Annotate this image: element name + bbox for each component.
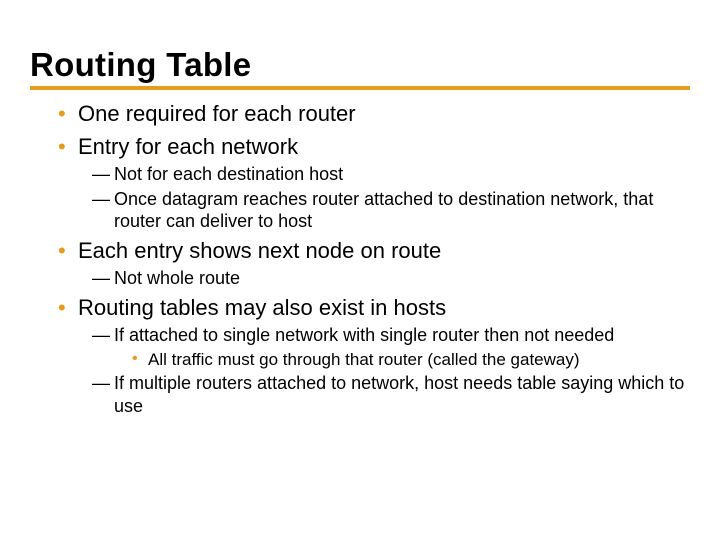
bullet-item: Routing tables may also exist in hosts I… bbox=[58, 294, 690, 417]
sub-bullet-item: Not whole route bbox=[92, 267, 690, 290]
slide: Routing Table One required for each rout… bbox=[0, 0, 720, 540]
bullet-text: Entry for each network bbox=[78, 134, 298, 159]
sub-bullet-list: Not for each destination host Once datag… bbox=[78, 163, 690, 233]
sub-bullet-text: If multiple routers attached to network,… bbox=[114, 373, 684, 416]
title-underline bbox=[30, 86, 690, 90]
bullet-text: One required for each router bbox=[78, 101, 356, 126]
sub-bullet-item: Once datagram reaches router attached to… bbox=[92, 188, 690, 233]
bullet-text: Each entry shows next node on route bbox=[78, 238, 441, 263]
slide-title: Routing Table bbox=[30, 46, 690, 84]
sub-bullet-item: If multiple routers attached to network,… bbox=[92, 372, 690, 417]
sub-bullet-text: If attached to single network with singl… bbox=[114, 325, 614, 345]
sub-bullet-list: Not whole route bbox=[78, 267, 690, 290]
sub-sub-bullet-item: All traffic must go through that router … bbox=[132, 349, 690, 370]
sub-sub-bullet-list: All traffic must go through that router … bbox=[114, 349, 690, 370]
sub-bullet-text: Once datagram reaches router attached to… bbox=[114, 189, 653, 232]
sub-bullet-text: Not for each destination host bbox=[114, 164, 343, 184]
sub-sub-bullet-text: All traffic must go through that router … bbox=[148, 350, 580, 369]
bullet-item: One required for each router bbox=[58, 100, 690, 129]
bullet-item: Entry for each network Not for each dest… bbox=[58, 133, 690, 233]
sub-bullet-list: If attached to single network with singl… bbox=[78, 324, 690, 417]
sub-bullet-item: Not for each destination host bbox=[92, 163, 690, 186]
bullet-text: Routing tables may also exist in hosts bbox=[78, 295, 446, 320]
bullet-list: One required for each router Entry for e… bbox=[30, 100, 690, 417]
sub-bullet-item: If attached to single network with singl… bbox=[92, 324, 690, 370]
bullet-item: Each entry shows next node on route Not … bbox=[58, 237, 690, 290]
sub-bullet-text: Not whole route bbox=[114, 268, 240, 288]
